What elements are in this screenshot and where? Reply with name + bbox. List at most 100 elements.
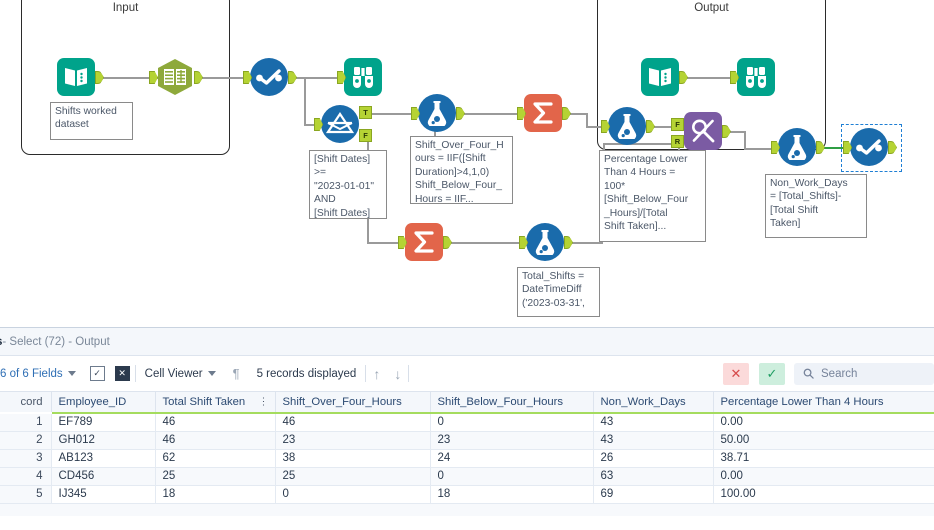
cell-employee-id[interactable]: IJ345 bbox=[51, 485, 156, 504]
uncheck-all-button[interactable]: ✕ bbox=[110, 356, 135, 391]
cell-employee-id[interactable]: CD456 bbox=[51, 467, 156, 486]
cell-percentage-lower[interactable]: 38.71 bbox=[713, 449, 934, 468]
column-header-employee-id[interactable]: Employee_ID bbox=[51, 392, 156, 414]
input-dataset-annotation[interactable]: Shifts worked dataset bbox=[50, 102, 133, 140]
cell-shift-below-four-hours[interactable]: 23 bbox=[430, 431, 594, 450]
workflow-canvas[interactable]: Input Output T F F R Shifts worked datas… bbox=[0, 0, 934, 327]
cell-shift-over-four-hours[interactable]: 23 bbox=[275, 431, 431, 450]
cell-percentage-lower[interactable]: 100.00 bbox=[713, 485, 934, 504]
select-tool[interactable] bbox=[149, 58, 203, 96]
formula-tool-3[interactable] bbox=[519, 223, 573, 261]
column-header-non-work-days[interactable]: Non_Work_Days bbox=[593, 392, 714, 414]
wire-browse-down bbox=[304, 77, 306, 124]
formula1-annotation[interactable]: Shift_Over_Four_H ours = IIF([Shift Dura… bbox=[410, 136, 513, 204]
input-data-icon bbox=[57, 58, 95, 96]
summarize-tool-2[interactable] bbox=[398, 223, 452, 261]
table-row[interactable]: 2 GH012 46 23 23 43 50.00 bbox=[0, 431, 934, 450]
row-number: 5 bbox=[0, 485, 52, 504]
cell-shift-over-four-hours[interactable]: 0 bbox=[275, 485, 431, 504]
join-right-anchor[interactable]: R bbox=[671, 135, 684, 148]
summarize-browse-tool[interactable] bbox=[337, 58, 382, 96]
percentage-formula-annotation[interactable]: Percentage Lower Than 4 Hours = 100* [Sh… bbox=[599, 150, 706, 242]
column-header-shift-below-four-hours[interactable]: Shift_Below_Four_Hours bbox=[430, 392, 594, 414]
search-field-wrap[interactable]: Search bbox=[790, 356, 934, 391]
filter-tool[interactable]: T F bbox=[314, 105, 372, 143]
check-all-button[interactable]: ✓ bbox=[85, 356, 110, 391]
non-work-days-annotation[interactable]: Non_Work_Days = [Total_Shifts]- [Total S… bbox=[765, 174, 867, 238]
column-header-percentage-lower-than-4-hours[interactable]: Percentage Lower Than 4 Hours bbox=[713, 392, 934, 414]
cell-shift-over-four-hours[interactable]: 38 bbox=[275, 449, 431, 468]
cell-non-work-days[interactable]: 26 bbox=[593, 449, 714, 468]
cell-percentage-lower[interactable]: 0.00 bbox=[713, 413, 934, 432]
cell-non-work-days[interactable]: 43 bbox=[593, 431, 714, 450]
scroll-down-button[interactable]: ↓ bbox=[387, 356, 408, 391]
browse-tool-1[interactable] bbox=[243, 58, 297, 96]
cell-total-shift-taken[interactable]: 18 bbox=[155, 485, 276, 504]
table-row[interactable]: 5 IJ345 18 0 18 69 100.00 bbox=[0, 485, 934, 504]
cell-viewer-dropdown[interactable]: Cell Viewer bbox=[136, 356, 225, 391]
total-shifts-annotation[interactable]: Total_Shifts = DateTimeDiff ('2023-03-31… bbox=[517, 267, 600, 317]
table-row[interactable]: 4 CD456 25 25 0 63 0.00 bbox=[0, 467, 934, 486]
column-header-total-shift-taken[interactable]: Total Shift Taken ⋮ bbox=[155, 392, 276, 414]
output-browse-tool[interactable] bbox=[730, 58, 775, 96]
cell-shift-over-four-hours[interactable]: 46 bbox=[275, 413, 431, 432]
formula-tool-2[interactable] bbox=[601, 107, 655, 145]
cancel-button[interactable]: ✕ bbox=[718, 356, 754, 391]
filter-expression-annotation[interactable]: [Shift Dates] >= "2023-01-01" AND [Shift… bbox=[309, 150, 387, 219]
row-number: 3 bbox=[0, 449, 52, 468]
cell-employee-id[interactable]: GH012 bbox=[51, 431, 156, 450]
filter-true-anchor[interactable]: T bbox=[359, 106, 372, 119]
arrow-down-icon: ↓ bbox=[394, 365, 402, 382]
cell-employee-id[interactable]: EF789 bbox=[51, 413, 156, 432]
column-header-shift-over-four-hours[interactable]: Shift_Over_Four_Hours bbox=[275, 392, 431, 414]
column-header-record[interactable]: cord bbox=[0, 392, 52, 413]
input-data-tool[interactable] bbox=[57, 58, 104, 96]
summarize-tool-1[interactable] bbox=[517, 94, 571, 132]
fields-selector-label: 6 of 6 Fields bbox=[0, 367, 63, 380]
results-toolbar[interactable]: 6 of 6 Fields ✓ ✕ Cell Viewer ¶ 5 record… bbox=[0, 356, 934, 392]
formula1-output-anchor[interactable] bbox=[456, 107, 465, 120]
cell-total-shift-taken[interactable]: 25 bbox=[155, 467, 276, 486]
cell-non-work-days[interactable]: 43 bbox=[593, 413, 714, 432]
check-square-icon: ✓ bbox=[89, 366, 105, 381]
results-grid[interactable]: cord Employee_ID Total Shift Taken ⋮ Shi… bbox=[0, 392, 934, 516]
table-body: 1 EF789 46 46 0 43 0.00 2 GH012 46 23 23 bbox=[0, 413, 934, 504]
output-data-tool[interactable] bbox=[641, 58, 688, 96]
filter-false-anchor[interactable]: F bbox=[359, 129, 372, 142]
wire-outputdata-to-browse bbox=[682, 77, 734, 79]
cell-employee-id[interactable]: AB123 bbox=[51, 449, 156, 468]
cell-total-shift-taken[interactable]: 62 bbox=[155, 449, 276, 468]
cell-shift-over-four-hours[interactable]: 25 bbox=[275, 467, 431, 486]
summarize2-output-anchor[interactable] bbox=[443, 236, 452, 249]
table-row[interactable]: 1 EF789 46 46 0 43 0.00 bbox=[0, 413, 934, 432]
formula3-output-anchor[interactable] bbox=[564, 236, 573, 249]
scroll-up-button[interactable]: ↑ bbox=[366, 356, 387, 391]
summarize-icon bbox=[524, 94, 562, 132]
cell-shift-below-four-hours[interactable]: 24 bbox=[430, 449, 594, 468]
alteryx-designer-window: Input Output T F F R Shifts worked datas… bbox=[0, 0, 934, 530]
confirm-button[interactable]: ✓ bbox=[754, 356, 790, 391]
cell-non-work-days[interactable]: 63 bbox=[593, 467, 714, 486]
browse-tool-selected[interactable] bbox=[843, 128, 897, 166]
input-container-title: Input bbox=[112, 2, 139, 14]
formula-tool-1[interactable] bbox=[411, 94, 465, 132]
cell-total-shift-taken[interactable]: 46 bbox=[155, 413, 276, 432]
pilcrow-button[interactable]: ¶ bbox=[225, 356, 248, 391]
column-menu-icon[interactable]: ⋮ bbox=[259, 397, 269, 407]
cell-total-shift-taken[interactable]: 46 bbox=[155, 431, 276, 450]
summarize1-output-anchor[interactable] bbox=[562, 107, 571, 120]
cell-shift-below-four-hours[interactable]: 0 bbox=[430, 413, 594, 432]
formula-tool-4[interactable] bbox=[771, 128, 825, 166]
cell-non-work-days[interactable]: 69 bbox=[593, 485, 714, 504]
browse1-output-anchor[interactable] bbox=[288, 71, 297, 84]
cell-percentage-lower[interactable]: 0.00 bbox=[713, 467, 934, 486]
chevron-down-icon bbox=[67, 371, 76, 376]
join-tool[interactable]: F R bbox=[671, 112, 731, 150]
fields-selector[interactable]: 6 of 6 Fields bbox=[0, 356, 85, 391]
table-row[interactable]: 3 AB123 62 38 24 26 38.71 bbox=[0, 449, 934, 468]
cell-shift-below-four-hours[interactable]: 18 bbox=[430, 485, 594, 504]
search-input[interactable]: Search bbox=[794, 362, 934, 385]
cell-percentage-lower[interactable]: 50.00 bbox=[713, 431, 934, 450]
join-left-anchor[interactable]: F bbox=[671, 118, 684, 131]
cell-shift-below-four-hours[interactable]: 0 bbox=[430, 467, 594, 486]
